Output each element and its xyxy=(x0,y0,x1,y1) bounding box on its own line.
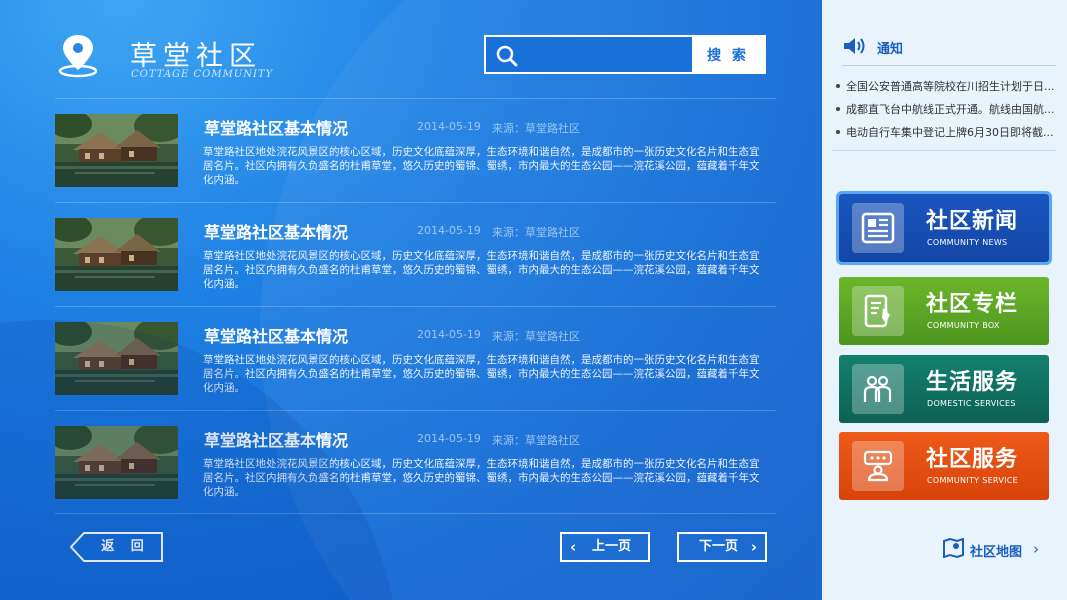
service-desk-icon xyxy=(852,441,904,491)
tile-community-news[interactable]: 社区新闻 COMMUNITY NEWS xyxy=(839,194,1049,262)
article-thumbnail xyxy=(55,426,178,499)
search-input[interactable] xyxy=(526,43,676,67)
tile-subtitle: COMMUNITY BOX xyxy=(927,321,1000,330)
tile-subtitle: DOMESTIC SERVICES xyxy=(927,399,1016,408)
article-date: 2014-05-19 xyxy=(417,328,481,341)
notice-header: 通知 xyxy=(842,36,1056,66)
article-thumbnail xyxy=(55,114,178,187)
tile-subtitle: COMMUNITY NEWS xyxy=(927,238,1008,247)
prev-page-button[interactable]: ‹ 上一页 xyxy=(560,532,650,562)
search-field xyxy=(486,37,692,72)
article-description: 草堂路社区地处浣花风景区的核心区域，历史文化底蕴深厚，生态环境和谐自然，是成都市… xyxy=(203,458,760,498)
article-row[interactable]: 草堂路社区基本情况 2014-05-19 来源：草堂路社区 草堂路社区地处浣花风… xyxy=(55,306,776,410)
tile-community-service[interactable]: 社区服务 COMMUNITY SERVICE xyxy=(839,432,1049,500)
back-arrow-shape xyxy=(70,532,163,562)
notice-item[interactable]: 成都直飞台中航线正式开通。航线由国航... xyxy=(834,101,1057,124)
article-source: 来源：草堂路社区 xyxy=(492,434,580,447)
tile-domestic-services[interactable]: 生活服务 DOMESTIC SERVICES xyxy=(839,355,1049,423)
notice-list: 全国公安普通高等院校在川招生计划于日... 成都直飞台中航线正式开通。航线由国航… xyxy=(834,78,1057,147)
next-page-label: 下一页 xyxy=(699,539,739,554)
map-link-label: 社区地图 xyxy=(970,545,1023,560)
notice-item[interactable]: 全国公安普通高等院校在川招生计划于日... xyxy=(834,78,1057,101)
main-panel: 草堂社区 COTTAGE COMMUNITY 搜 索 草堂路社区基本情况 201… xyxy=(0,0,822,600)
tile-community-box[interactable]: 社区专栏 COMMUNITY BOX xyxy=(839,277,1049,345)
prev-page-label: 上一页 xyxy=(592,539,632,554)
app-title: 草堂社区 xyxy=(130,41,262,72)
article-date: 2014-05-19 xyxy=(417,224,481,237)
chevron-left-icon: ‹ xyxy=(570,538,577,556)
back-button[interactable]: 返 回 xyxy=(70,532,163,562)
article-thumbnail xyxy=(55,218,178,291)
notice-title: 通知 xyxy=(877,42,904,57)
app-subtitle: COTTAGE COMMUNITY xyxy=(131,69,274,80)
article-list: 草堂路社区基本情况 2014-05-19 来源：草堂路社区 草堂路社区地处浣花风… xyxy=(55,98,776,514)
article-source: 来源：草堂路社区 xyxy=(492,122,580,135)
notice-item[interactable]: 电动自行车集中登记上牌6月30日即将截... xyxy=(834,124,1057,147)
article-row[interactable]: 草堂路社区基本情况 2014-05-19 来源：草堂路社区 草堂路社区地处浣花风… xyxy=(55,410,776,514)
tile-subtitle: COMMUNITY SERVICE xyxy=(927,476,1019,485)
article-title[interactable]: 草堂路社区基本情况 xyxy=(204,427,348,451)
map-icon xyxy=(943,538,964,558)
chevron-right-icon: › xyxy=(1033,540,1039,558)
article-title[interactable]: 草堂路社区基本情况 xyxy=(204,323,348,347)
people-group-icon xyxy=(852,364,904,414)
article-title[interactable]: 草堂路社区基本情况 xyxy=(204,219,348,243)
article-thumbnail xyxy=(55,322,178,395)
search-button[interactable]: 搜 索 xyxy=(692,37,764,72)
tile-title: 生活服务 xyxy=(926,370,1019,395)
search-icon xyxy=(496,45,518,67)
article-description: 草堂路社区地处浣花风景区的核心区域，历史文化底蕴深厚，生态环境和谐自然，是成都市… xyxy=(203,146,760,186)
location-pin-icon xyxy=(58,35,98,78)
tile-title: 社区服务 xyxy=(926,447,1019,472)
article-row[interactable]: 草堂路社区基本情况 2014-05-19 来源：草堂路社区 草堂路社区地处浣花风… xyxy=(55,202,776,306)
tile-title: 社区专栏 xyxy=(926,292,1019,317)
article-date: 2014-05-19 xyxy=(417,432,481,445)
sidebar: 通知 全国公安普通高等院校在川招生计划于日... 成都直飞台中航线正式开通。航线… xyxy=(822,0,1067,600)
article-title[interactable]: 草堂路社区基本情况 xyxy=(204,115,348,139)
article-description: 草堂路社区地处浣花风景区的核心区域，历史文化底蕴深厚，生态环境和谐自然，是成都市… xyxy=(203,354,760,394)
document-edit-icon xyxy=(852,286,904,336)
next-page-button[interactable]: 下一页 › xyxy=(677,532,767,562)
search-bar: 搜 索 xyxy=(484,35,766,74)
speaker-icon xyxy=(844,38,865,54)
divider xyxy=(832,150,1056,151)
chevron-right-icon: › xyxy=(750,538,757,556)
article-source: 来源：草堂路社区 xyxy=(492,226,580,239)
article-row[interactable]: 草堂路社区基本情况 2014-05-19 来源：草堂路社区 草堂路社区地处浣花风… xyxy=(55,98,776,202)
article-source: 来源：草堂路社区 xyxy=(492,330,580,343)
tile-title: 社区新闻 xyxy=(926,209,1019,234)
back-button-label: 返 回 xyxy=(101,539,150,554)
newspaper-icon xyxy=(852,203,904,253)
article-description: 草堂路社区地处浣花风景区的核心区域，历史文化底蕴深厚，生态环境和谐自然，是成都市… xyxy=(203,250,760,290)
article-date: 2014-05-19 xyxy=(417,120,481,133)
community-map-link[interactable]: 社区地图 › xyxy=(943,538,1053,560)
